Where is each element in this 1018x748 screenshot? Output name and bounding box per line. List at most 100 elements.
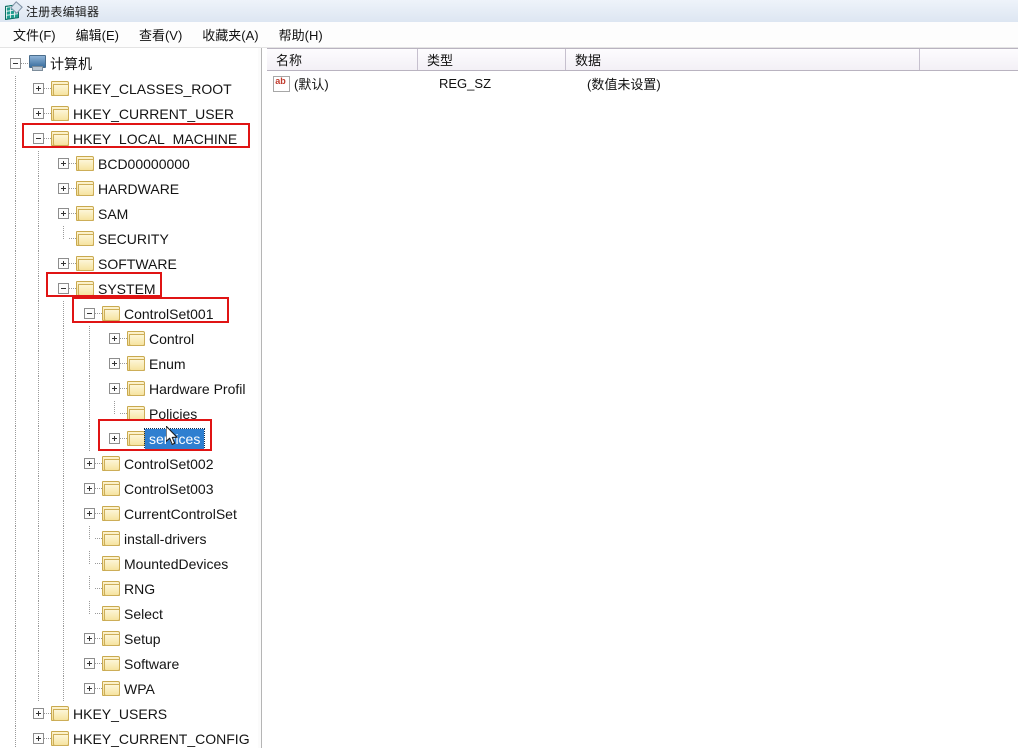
registry-tree-pane[interactable]: 计算机 HKEY_CLASSES_ROOT HKEY_CURRENT_USER HKE… <box>0 48 259 748</box>
tree-node-label[interactable]: ControlSet003 <box>124 481 214 497</box>
tree-guide-line <box>63 301 65 326</box>
tree-node-controlset001[interactable]: ControlSet001 <box>0 301 258 326</box>
tree-node-label[interactable]: HKEY_CLASSES_ROOT <box>73 81 232 97</box>
expand-icon[interactable] <box>58 258 69 269</box>
tree-node-hardware-profil[interactable]: Hardware Profil <box>0 376 258 401</box>
expand-icon[interactable] <box>33 108 44 119</box>
collapse-icon[interactable] <box>33 133 44 144</box>
tree-node-label[interactable]: Hardware Profil <box>149 381 245 397</box>
tree-node-label[interactable]: BCD00000000 <box>98 156 190 172</box>
tree-guide-line <box>15 201 17 226</box>
tree-node-label[interactable]: WPA <box>124 681 155 697</box>
tree-node-install-drivers[interactable]: install-drivers <box>0 526 258 551</box>
tree-node-hkey-local-machine[interactable]: HKEY_LOCAL_MACHINE <box>0 126 258 151</box>
collapse-icon[interactable] <box>10 58 21 69</box>
expand-icon[interactable] <box>84 683 95 694</box>
computer-icon <box>28 55 46 71</box>
expand-icon[interactable] <box>33 708 44 719</box>
tree-node-label[interactable]: HKEY_CURRENT_CONFIG <box>73 731 250 747</box>
expand-icon[interactable] <box>58 158 69 169</box>
tree-node-label[interactable]: services <box>143 428 206 450</box>
tree-node-label[interactable]: ControlSet001 <box>124 306 214 322</box>
tree-node-label[interactable]: Control <box>149 331 194 347</box>
tree-node-[interactable]: 计算机 <box>0 51 258 76</box>
tree-node-system[interactable]: SYSTEM <box>0 276 258 301</box>
tree-node-label[interactable]: CurrentControlSet <box>124 506 237 522</box>
expand-icon[interactable] <box>84 508 95 519</box>
menu-help[interactable]: 帮助(H) <box>270 22 332 47</box>
tree-guide-line <box>15 676 17 701</box>
tree-node-hkey-users[interactable]: HKEY_USERS <box>0 701 258 726</box>
tree-node-security[interactable]: SECURITY <box>0 226 258 251</box>
column-header-name[interactable]: 名称 <box>267 49 418 70</box>
value-list-pane[interactable]: 名称 类型 数据 ab (默认) REG_SZ (数值未设置) <box>267 48 1018 748</box>
tree-node-setup[interactable]: Setup <box>0 626 258 651</box>
tree-node-label[interactable]: SOFTWARE <box>98 256 177 272</box>
tree-node-label[interactable]: HARDWARE <box>98 181 179 197</box>
tree-node-hkey-classes-root[interactable]: HKEY_CLASSES_ROOT <box>0 76 258 101</box>
registry-tree[interactable]: 计算机 HKEY_CLASSES_ROOT HKEY_CURRENT_USER HKE… <box>0 48 258 748</box>
tree-node-label[interactable]: SECURITY <box>98 231 169 247</box>
tree-node-currentcontrolset[interactable]: CurrentControlSet <box>0 501 258 526</box>
tree-node-wpa[interactable]: WPA <box>0 676 258 701</box>
tree-node-enum[interactable]: Enum <box>0 351 258 376</box>
collapse-icon[interactable] <box>58 283 69 294</box>
tree-node-label[interactable]: Software <box>124 656 179 672</box>
tree-node-hkey-current-config[interactable]: HKEY_CURRENT_CONFIG <box>0 726 258 748</box>
tree-node-sam[interactable]: SAM <box>0 201 258 226</box>
menu-file[interactable]: 文件(F) <box>4 22 65 47</box>
tree-node-label[interactable]: HKEY_CURRENT_USER <box>73 106 234 122</box>
expand-icon[interactable] <box>109 433 120 444</box>
tree-node-label[interactable]: RNG <box>124 581 155 597</box>
tree-node-software[interactable]: Software <box>0 651 258 676</box>
tree-node-controlset002[interactable]: ControlSet002 <box>0 451 258 476</box>
tree-node-label[interactable]: ControlSet002 <box>124 456 214 472</box>
menu-view[interactable]: 查看(V) <box>130 22 191 47</box>
tree-node-select[interactable]: Select <box>0 601 258 626</box>
expand-icon[interactable] <box>58 183 69 194</box>
tree-node-label[interactable]: SAM <box>98 206 128 222</box>
tree-guide-line <box>38 676 40 701</box>
column-header-data[interactable]: 数据 <box>566 49 920 70</box>
tree-guide-line <box>38 601 40 626</box>
tree-node-hardware[interactable]: HARDWARE <box>0 176 258 201</box>
tree-node-label[interactable]: Enum <box>149 356 186 372</box>
tree-node-label[interactable]: 计算机 <box>50 56 92 72</box>
expand-icon[interactable] <box>33 83 44 94</box>
tree-node-label[interactable]: SYSTEM <box>98 281 156 297</box>
tree-node-services[interactable]: services <box>0 426 258 451</box>
folder-icon <box>102 556 120 571</box>
tree-node-control[interactable]: Control <box>0 326 258 351</box>
menu-favorites[interactable]: 收藏夹(A) <box>193 22 267 47</box>
tree-node-bcd00000000[interactable]: BCD00000000 <box>0 151 258 176</box>
tree-node-mounteddevices[interactable]: MountedDevices <box>0 551 258 576</box>
menu-edit[interactable]: 编辑(E) <box>67 22 128 47</box>
expand-icon[interactable] <box>109 358 120 369</box>
tree-node-rng[interactable]: RNG <box>0 576 258 601</box>
tree-node-software[interactable]: SOFTWARE <box>0 251 258 276</box>
column-header-type[interactable]: 类型 <box>418 49 566 70</box>
expand-icon[interactable] <box>84 633 95 644</box>
tree-node-label[interactable]: Policies <box>149 406 197 422</box>
tree-node-label[interactable]: HKEY_LOCAL_MACHINE <box>73 131 237 147</box>
expand-icon[interactable] <box>109 383 120 394</box>
tree-node-policies[interactable]: Policies <box>0 401 258 426</box>
expand-icon[interactable] <box>58 208 69 219</box>
collapse-icon[interactable] <box>84 308 95 319</box>
expand-icon[interactable] <box>84 483 95 494</box>
list-body[interactable]: ab (默认) REG_SZ (数值未设置) <box>267 71 1018 748</box>
expand-icon[interactable] <box>33 733 44 744</box>
tree-node-label[interactable]: HKEY_USERS <box>73 706 167 722</box>
tree-node-label[interactable]: Select <box>124 606 163 622</box>
expand-icon[interactable] <box>109 333 120 344</box>
list-row[interactable]: ab (默认) REG_SZ (数值未设置) <box>267 71 1018 95</box>
tree-node-label[interactable]: install-drivers <box>124 531 206 547</box>
column-header-filler[interactable] <box>920 49 1018 70</box>
tree-node-label[interactable]: MountedDevices <box>124 556 228 572</box>
tree-node-label[interactable]: Setup <box>124 631 161 647</box>
expand-icon[interactable] <box>84 658 95 669</box>
expand-icon[interactable] <box>84 458 95 469</box>
folder-icon <box>102 681 120 696</box>
tree-node-controlset003[interactable]: ControlSet003 <box>0 476 258 501</box>
tree-node-hkey-current-user[interactable]: HKEY_CURRENT_USER <box>0 101 258 126</box>
